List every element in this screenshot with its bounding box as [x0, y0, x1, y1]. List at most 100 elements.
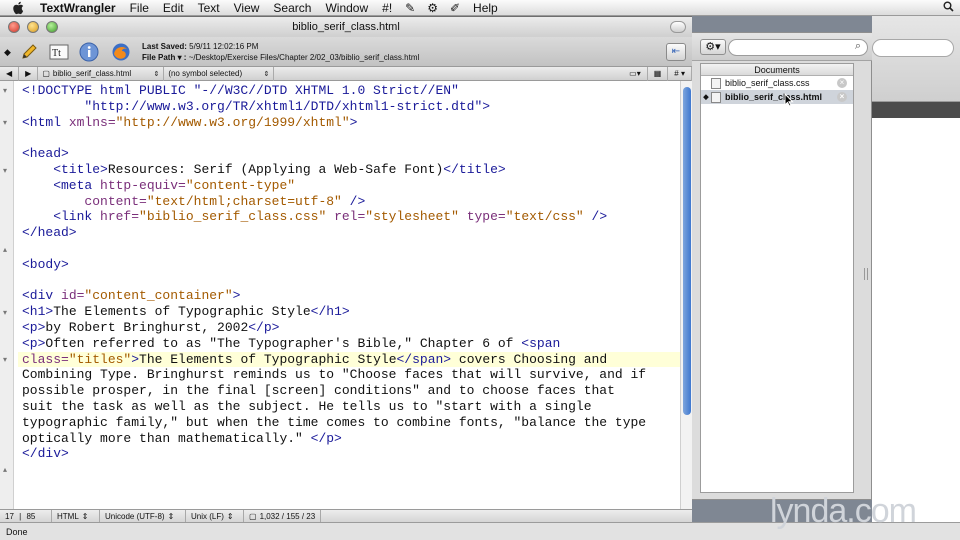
background-search-field[interactable]	[872, 39, 954, 57]
show-drawer-icon[interactable]: ⇤	[666, 43, 686, 61]
code-token: />	[341, 193, 366, 209]
menu-bar: TextWrangler File Edit Text View Search …	[0, 0, 960, 16]
code-token: <p>	[22, 335, 46, 351]
fold-marker-icon[interactable]: ▾	[3, 308, 7, 317]
code-line[interactable]: content="text/html;charset=utf-8" />	[22, 194, 682, 210]
code-token: <div	[22, 288, 62, 304]
menu-window[interactable]: Window	[318, 0, 375, 16]
file-path-label[interactable]: File Path ▾ :	[142, 53, 186, 62]
navigation-bar: ◀ ▶ ▢ biblio_serif_class.html ⇕ (no symb…	[0, 66, 692, 81]
code-line[interactable]: typographic family," but when the time c…	[22, 415, 682, 431]
code-line[interactable]: <title>Resources: Serif (Applying a Web-…	[22, 162, 682, 178]
code-line[interactable]: <div id="content_container">	[22, 288, 682, 304]
code-area[interactable]: <!DOCTYPE html PUBLIC "-//W3C//DTD XHTML…	[18, 83, 682, 462]
code-token: />	[583, 209, 608, 225]
close-document-icon[interactable]: ×	[837, 92, 847, 102]
code-token: </head>	[22, 225, 77, 241]
code-token: Combining Type. Bringhurst reminds us to…	[22, 367, 647, 383]
menu-file[interactable]: File	[123, 0, 156, 16]
info-icon[interactable]	[78, 41, 100, 63]
code-line[interactable]: <!DOCTYPE html PUBLIC "-//W3C//DTD XHTML…	[22, 83, 682, 99]
file-path-value: ~/Desktop/Exercise Files/Chapter 2/02_03…	[188, 53, 420, 62]
text-editor[interactable]: ▾ ▾ ▾ ▴ ▾ ▾ ▴ <!DOCTYPE html PUBLIC "-//…	[0, 81, 692, 509]
code-line[interactable]: optically more than mathematically." </p…	[22, 431, 682, 447]
close-document-icon[interactable]: ×	[837, 78, 847, 88]
function-menu-button[interactable]: # ▾	[668, 66, 692, 81]
hash-label: #	[674, 68, 679, 78]
code-token: <meta	[22, 177, 101, 193]
nav-forward-icon[interactable]: ▶	[19, 66, 39, 81]
fold-marker-icon[interactable]: ▾	[3, 86, 7, 95]
code-token: content=	[22, 193, 147, 209]
menu-view[interactable]: View	[227, 0, 267, 16]
code-line[interactable]: "http://www.w3.org/TR/xhtml1/DTD/xhtml1-…	[22, 99, 682, 115]
code-line[interactable]: ​	[22, 130, 682, 146]
code-line[interactable]: </head>	[22, 225, 682, 241]
document-toolbar: ◆ Tt Last Saved: 5/9/11 12:02:16 PM File…	[0, 37, 692, 67]
code-line[interactable]: suit the task as well as the subject. He…	[22, 399, 682, 415]
pencil-icon[interactable]	[18, 41, 40, 63]
close-window-button[interactable]	[8, 21, 20, 33]
code-token: The Elements of Typographic Style	[139, 351, 397, 367]
code-line[interactable]: class="titles">The Elements of Typograph…	[18, 351, 682, 368]
window-titlebar[interactable]: biblio_serif_class.html	[0, 17, 692, 37]
menu-text[interactable]: Text	[191, 0, 227, 16]
fold-marker-icon[interactable]: ▾	[3, 355, 7, 364]
code-line[interactable]: <meta http-equiv="content-type"	[22, 178, 682, 194]
file-selector[interactable]: ▢ biblio_serif_class.html ⇕	[38, 66, 165, 81]
code-token: suit the task as well as the subject. He…	[22, 398, 592, 414]
toolbar-toggle-button[interactable]	[670, 21, 686, 33]
svg-text:Tt: Tt	[52, 48, 61, 59]
code-line[interactable]: <link href="biblio_serif_class.css" rel=…	[22, 209, 682, 225]
preview-in-browser-icon[interactable]	[110, 41, 132, 63]
menu-edit[interactable]: Edit	[156, 0, 191, 16]
code-line[interactable]: <html xmlns="http://www.w3.org/1999/xhtm…	[22, 115, 682, 131]
gear-icon[interactable]: ⚙	[421, 0, 444, 16]
drawer-resize-handle[interactable]	[864, 268, 868, 280]
mouse-cursor-icon	[784, 92, 794, 110]
bottom-status-text: Done	[6, 527, 28, 537]
fold-marker-icon[interactable]: ▾	[3, 166, 7, 175]
chevron-updown-icon: ⇕	[153, 70, 160, 78]
line-gutter[interactable]: ▾ ▾ ▾ ▴ ▾ ▾ ▴	[0, 81, 14, 509]
code-line[interactable]: <head>	[22, 146, 682, 162]
code-line[interactable]: <body>	[22, 257, 682, 273]
fold-marker-icon[interactable]: ▾	[3, 118, 7, 127]
script-icon[interactable]: ✎	[399, 0, 421, 16]
chevron-updown-icon: ⇕	[263, 70, 270, 78]
code-line[interactable]: <p>by Robert Bringhurst, 2002</p>	[22, 320, 682, 336]
counterpart-icon[interactable]: ▦	[648, 66, 669, 81]
code-line[interactable]: ​	[22, 241, 682, 257]
menu-hashbang[interactable]: #!	[375, 0, 399, 16]
code-line[interactable]: ​	[22, 273, 682, 289]
apple-icon[interactable]	[12, 1, 28, 15]
zoom-window-button[interactable]	[46, 21, 58, 33]
drawer-action-gear-icon[interactable]: ⚙▾	[700, 39, 726, 55]
code-token: </h1>	[310, 304, 350, 320]
fold-marker-icon[interactable]: ▴	[3, 465, 7, 474]
code-line[interactable]: </div>	[22, 446, 682, 462]
document-item-css[interactable]: biblio_serif_class.css ×	[701, 76, 853, 90]
symbol-selector[interactable]: (no symbol selected) ⇕	[164, 66, 275, 81]
markers-menu-icon[interactable]: ▭▾	[623, 66, 648, 81]
menu-app-name[interactable]: TextWrangler	[40, 0, 123, 16]
pencil-icon[interactable]: ✐	[444, 0, 466, 16]
code-line[interactable]: <h1>The Elements of Typographic Style</h…	[22, 304, 682, 320]
document-item-html[interactable]: ◆ biblio_serif_class.html ×	[701, 90, 853, 104]
menu-help[interactable]: Help	[466, 0, 505, 16]
code-line[interactable]: <p>Often referred to as "The Typographer…	[22, 336, 682, 352]
drawer-search-field[interactable]: ⌕	[728, 39, 868, 56]
code-token: id=	[61, 288, 85, 304]
code-line[interactable]: possible prosper, in the final [screen] …	[22, 383, 682, 399]
menu-search[interactable]: Search	[266, 0, 318, 16]
vertical-scrollbar[interactable]	[680, 81, 692, 509]
text-options-icon[interactable]: Tt	[48, 41, 70, 63]
code-token: <h1>	[22, 304, 54, 320]
spotlight-icon[interactable]	[937, 0, 960, 16]
code-line[interactable]: Combining Type. Bringhurst reminds us to…	[22, 367, 682, 383]
nav-back-icon[interactable]: ◀	[0, 66, 20, 81]
code-token: typographic family," but when the time c…	[22, 414, 647, 430]
scrollbar-thumb[interactable]	[683, 87, 691, 415]
minimize-window-button[interactable]	[27, 21, 39, 33]
fold-marker-icon[interactable]: ▴	[3, 245, 7, 254]
